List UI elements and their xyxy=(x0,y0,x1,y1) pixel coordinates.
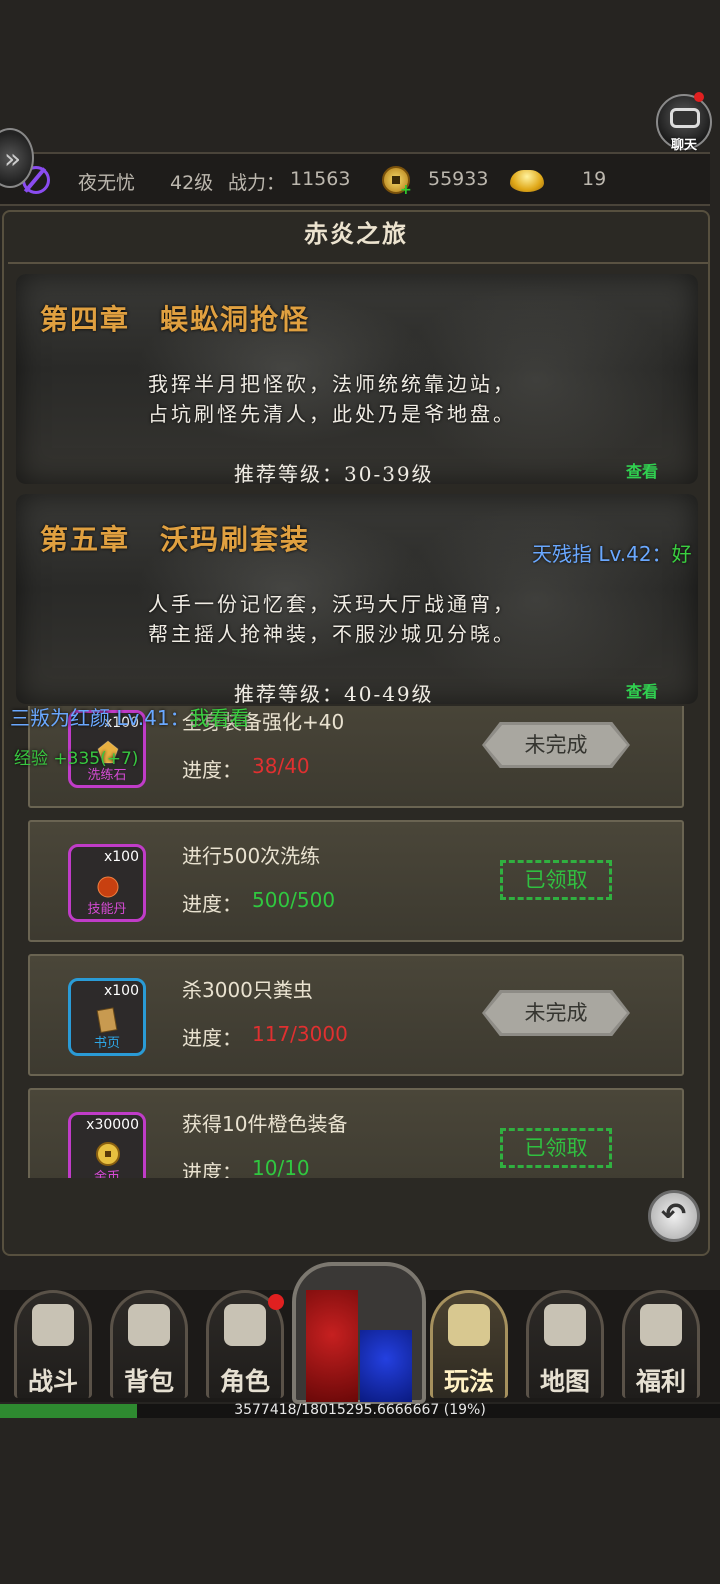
nav-backpack[interactable]: 背包 xyxy=(106,1290,192,1402)
add-coins-icon[interactable]: + xyxy=(400,182,412,198)
coin-count: 55933 xyxy=(428,168,489,190)
player-status-bar: 夜无忧 42级 战力： 11563 + 55933 19 xyxy=(0,152,710,206)
nav-label: 玩法 xyxy=(443,1367,494,1396)
sword-slash-icon xyxy=(448,1304,490,1346)
chapter-description-line: 帮主摇人抢神装，不服沙城见分晓。 xyxy=(148,622,516,646)
progress-value: 500/500 xyxy=(252,888,336,912)
floating-chat-message: 三叛为红颜 Lv.41：我看看 xyxy=(10,702,250,731)
reward-quantity: x100 xyxy=(103,849,139,865)
progress-value: 38/40 xyxy=(252,754,310,778)
chat-sender: 三叛为红颜 Lv.41： xyxy=(10,706,190,730)
treasure-chest-icon xyxy=(640,1304,682,1346)
quest-list[interactable]: x100 洗练石 全身装备强化+40 进度： 38/40 未完成 x100 技能… xyxy=(28,706,684,1178)
floating-chat-message: 天残指 Lv.42：好 xyxy=(532,538,692,567)
chapter-description-line: 人手一份记忆套，沃玛大厅战通宵， xyxy=(148,592,516,616)
exp-gain-popup: 经验 +335(+7) xyxy=(14,749,139,769)
nav-label: 福利 xyxy=(635,1367,686,1396)
gold-ingot-icon xyxy=(510,170,544,192)
nav-label: 背包 xyxy=(123,1367,174,1396)
reward-quantity: x100 xyxy=(103,983,139,999)
recommended-level: 推荐等级：30-39级 xyxy=(234,462,434,484)
map-icon xyxy=(544,1304,586,1346)
nav-map[interactable]: 地图 xyxy=(522,1290,608,1402)
nav-label: 战斗 xyxy=(27,1367,78,1396)
panel-title: 赤炎之旅 xyxy=(304,220,408,248)
ingot-count: 19 xyxy=(582,168,607,190)
nav-label: 地图 xyxy=(539,1367,590,1396)
title-divider xyxy=(8,262,708,264)
chapter-description-line: 我挥半月把怪砍，法师统统靠边站， xyxy=(148,372,516,396)
chapter-title: 第五章 沃玛刷套装 xyxy=(40,523,311,556)
chat-notification-dot xyxy=(694,92,704,102)
chat-sender: 天残指 Lv.42： xyxy=(532,542,672,566)
quest-row: x30000 金币 获得10件橙色装备 进度： 10/10 已领取 xyxy=(28,1088,684,1178)
crossed-swords-icon xyxy=(32,1304,74,1346)
chapter-description-line: 占坑刷怪先清人，此处乃是爷地盘。 xyxy=(148,402,516,426)
chapter-card-4[interactable]: 第四章 蜈蚣洞抢怪 我挥半月把怪砍，法师统统靠边站， 占坑刷怪先清人，此处乃是爷… xyxy=(16,274,698,484)
nav-battle[interactable]: 战斗 xyxy=(10,1290,96,1402)
reward-item[interactable]: x100 书页 xyxy=(68,978,146,1056)
chat-button[interactable]: 聊天 xyxy=(656,94,712,153)
chat-label: 聊天 xyxy=(670,138,697,153)
reward-name: 技能丹 xyxy=(87,902,127,917)
skill-pill-icon xyxy=(97,876,119,898)
incomplete-button[interactable]: 未完成 xyxy=(482,990,630,1036)
quest-task: 杀3000只粪虫 xyxy=(182,978,313,1002)
reward-name: 金币 xyxy=(93,1170,120,1178)
incomplete-button[interactable]: 未完成 xyxy=(482,722,630,768)
character-notification-dot xyxy=(268,1294,284,1310)
chat-text: 好 xyxy=(671,542,692,566)
player-name: 夜无忧 xyxy=(78,172,136,194)
progress-value: 10/10 xyxy=(252,1156,310,1178)
progress-label: 进度： xyxy=(182,1026,242,1050)
exp-text: 3577418/18015295.6666667 (19%) xyxy=(234,1402,486,1418)
quest-row: x100 技能丹 进行500次洗练 进度： 500/500 已领取 xyxy=(28,820,684,942)
chat-text: 我看看 xyxy=(189,706,250,730)
hp-orb xyxy=(306,1290,358,1402)
nav-gameplay[interactable]: 玩法 xyxy=(426,1290,512,1402)
progress-label: 进度： xyxy=(182,892,242,916)
book-page-icon xyxy=(96,1007,118,1033)
chapter-title: 第四章 蜈蚣洞抢怪 xyxy=(40,303,311,336)
back-button[interactable]: ↶ xyxy=(648,1190,700,1242)
back-arrow-icon: ↶ xyxy=(661,1197,687,1232)
reward-item[interactable]: x30000 金币 xyxy=(68,1112,146,1178)
power-label: 战力： xyxy=(228,172,286,194)
claimed-stamp: 已领取 xyxy=(500,860,612,900)
reward-item[interactable]: x100 技能丹 xyxy=(68,844,146,922)
claimed-stamp: 已领取 xyxy=(500,1128,612,1168)
reward-quantity: x30000 xyxy=(86,1117,139,1133)
player-level: 42级 xyxy=(170,172,214,194)
view-chapter-link[interactable]: 查看 xyxy=(626,458,658,482)
nav-welfare[interactable]: 福利 xyxy=(618,1290,704,1402)
reward-name: 书页 xyxy=(93,1036,120,1051)
progress-label: 进度： xyxy=(182,1160,242,1178)
mp-orb xyxy=(360,1330,412,1402)
double-chevron-icon: » xyxy=(4,142,22,175)
quest-task: 获得10件橙色装备 xyxy=(182,1112,348,1136)
progress-value: 117/3000 xyxy=(252,1022,348,1046)
recommended-level: 推荐等级：40-49级 xyxy=(234,682,434,704)
helmet-icon xyxy=(224,1304,266,1346)
nav-label: 角色 xyxy=(219,1367,270,1396)
power-value: 11563 xyxy=(290,168,351,190)
progress-label: 进度： xyxy=(182,758,242,782)
backpack-icon xyxy=(128,1304,170,1346)
quest-task: 进行500次洗练 xyxy=(182,844,321,868)
chapter-card-5[interactable]: 第五章 沃玛刷套装 人手一份记忆套，沃玛大厅战通宵， 帮主摇人抢神装，不服沙城见… xyxy=(16,494,698,704)
chat-bubble-icon xyxy=(670,108,700,128)
gold-coin-icon xyxy=(96,1142,120,1166)
quest-row: x100 书页 杀3000只粪虫 进度： 117/3000 未完成 xyxy=(28,954,684,1076)
view-chapter-link[interactable]: 查看 xyxy=(626,678,658,702)
